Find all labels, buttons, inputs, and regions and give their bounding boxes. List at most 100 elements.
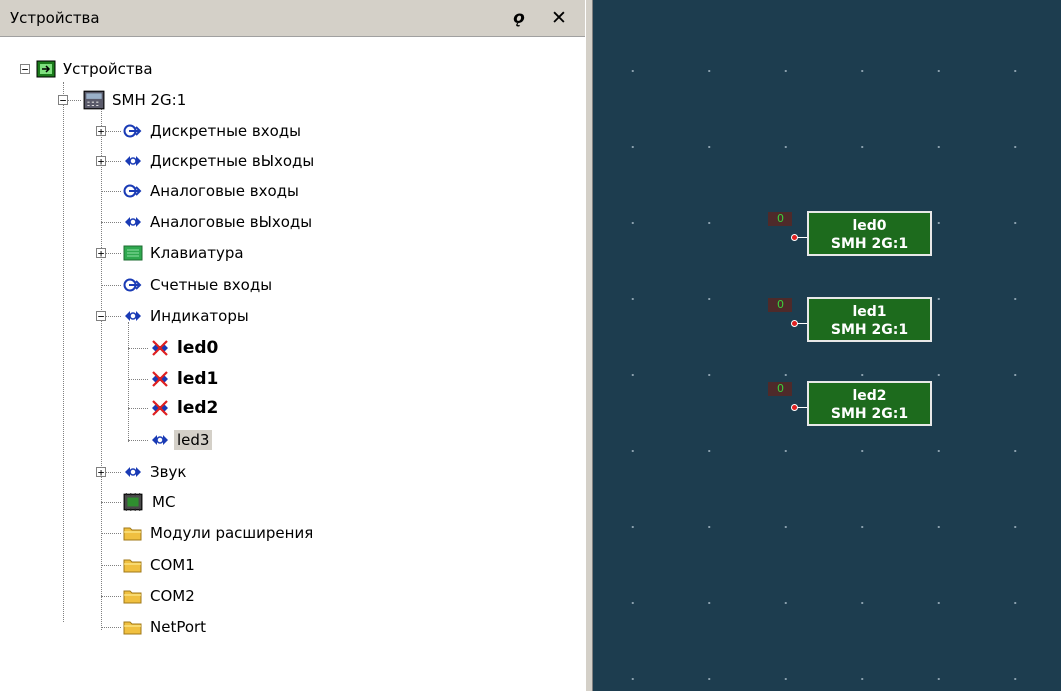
tree-line bbox=[128, 408, 148, 409]
disabled-led-icon bbox=[150, 339, 170, 357]
folder-icon bbox=[123, 524, 143, 542]
keyboard-icon bbox=[123, 244, 143, 262]
tree-line bbox=[101, 565, 121, 566]
disabled-led-icon bbox=[150, 399, 170, 417]
tree-line bbox=[128, 348, 148, 349]
block-name: led1 bbox=[852, 304, 887, 320]
tree-node-led2[interactable]: led2 bbox=[150, 394, 221, 422]
tree-node-label: led2 bbox=[177, 398, 219, 418]
io-diamond-icon bbox=[123, 152, 143, 170]
collapse-toggle-indicators[interactable]: − bbox=[96, 311, 106, 322]
tree-line bbox=[101, 596, 121, 597]
block-value-badge: 0 bbox=[768, 382, 792, 396]
tree-line bbox=[128, 379, 148, 380]
collapse-toggle-root[interactable]: − bbox=[20, 64, 30, 75]
collapse-toggle-device[interactable]: − bbox=[58, 95, 68, 106]
folder-icon bbox=[123, 556, 143, 574]
pin-icon[interactable]: ǫ bbox=[508, 8, 530, 28]
block-led2[interactable]: led2 SMH 2G:1 bbox=[807, 381, 932, 426]
tree-node-label: SMH 2G:1 bbox=[112, 91, 187, 109]
tree-node-indicators[interactable]: Индикаторы bbox=[123, 302, 252, 330]
tree-node-label: Аналоговые вЫходы bbox=[150, 213, 313, 231]
expand-toggle-sound[interactable]: + bbox=[96, 467, 106, 478]
tree-node-label: Модули расширения bbox=[150, 524, 314, 542]
tree-node-label: Индикаторы bbox=[150, 307, 249, 325]
tree-node-netport[interactable]: NetPort bbox=[123, 613, 209, 641]
input-pin[interactable] bbox=[791, 320, 798, 327]
tree-node-label: Дискретные входы bbox=[150, 122, 302, 140]
input-pin[interactable] bbox=[791, 404, 798, 411]
block-value-badge: 0 bbox=[768, 212, 792, 226]
tree-node-discrete-outputs[interactable]: Дискретные вЫходы bbox=[123, 147, 317, 175]
io-diamond-icon bbox=[123, 463, 143, 481]
tree-node-sound[interactable]: Звук bbox=[123, 458, 189, 486]
input-arrow-icon bbox=[123, 182, 143, 200]
diagram-canvas[interactable]: 0 led0 SMH 2G:1 0 led1 SMH 2G:1 0 led2 S… bbox=[593, 0, 1061, 691]
block-device: SMH 2G:1 bbox=[830, 236, 909, 252]
io-diamond-icon bbox=[123, 213, 143, 231]
io-diamond-icon bbox=[123, 307, 143, 325]
tree-line bbox=[101, 533, 121, 534]
tree-node-led0[interactable]: led0 bbox=[150, 334, 221, 362]
tree-node-label: Дискретные вЫходы bbox=[150, 152, 315, 170]
tree-node-expansion-modules[interactable]: Модули расширения bbox=[123, 519, 316, 547]
tree-line bbox=[101, 502, 121, 503]
devices-icon bbox=[36, 60, 56, 78]
panel-title: Устройства bbox=[10, 9, 100, 27]
panel-header: Устройства ǫ ✕ bbox=[0, 0, 585, 37]
block-name: led0 bbox=[852, 218, 887, 234]
tree-line bbox=[101, 285, 121, 286]
tree-node-analog-outputs[interactable]: Аналоговые вЫходы bbox=[123, 208, 315, 236]
block-led0[interactable]: led0 SMH 2G:1 bbox=[807, 211, 932, 256]
block-led1[interactable]: led1 SMH 2G:1 bbox=[807, 297, 932, 342]
pin-wire bbox=[797, 237, 807, 238]
tree-node-discrete-inputs[interactable]: Дискретные входы bbox=[123, 117, 304, 145]
close-icon[interactable]: ✕ bbox=[548, 7, 570, 29]
tree-node-label: led3 bbox=[174, 430, 213, 450]
tree-node-label: led1 bbox=[177, 369, 219, 389]
tree-node-com2[interactable]: COM2 bbox=[123, 582, 198, 610]
tree-node-com1[interactable]: COM1 bbox=[123, 551, 198, 579]
disabled-led-icon bbox=[150, 370, 170, 388]
tree-node-label: Звук bbox=[150, 463, 187, 481]
expand-toggle-discrete-outputs[interactable]: + bbox=[96, 156, 106, 167]
tree-line bbox=[101, 104, 102, 630]
tree-node-label: Клавиатура bbox=[150, 244, 244, 262]
tree-node-analog-inputs[interactable]: Аналоговые входы bbox=[123, 177, 302, 205]
input-arrow-icon bbox=[123, 276, 143, 294]
io-diamond-icon bbox=[150, 431, 170, 449]
block-value-badge: 0 bbox=[768, 298, 792, 312]
block-name: led2 bbox=[852, 388, 887, 404]
tree-line bbox=[128, 322, 129, 442]
folder-icon bbox=[123, 618, 143, 636]
block-device: SMH 2G:1 bbox=[830, 406, 909, 422]
input-arrow-icon bbox=[123, 122, 143, 140]
tree-node-led3[interactable]: led3 bbox=[150, 426, 213, 454]
tree-node-label: Счетные входы bbox=[150, 276, 273, 294]
smh-device-icon bbox=[83, 89, 105, 111]
devices-panel: Устройства ǫ ✕ − − + + + − + Устройства … bbox=[0, 0, 585, 691]
tree-node-counter-inputs[interactable]: Счетные входы bbox=[123, 271, 275, 299]
tree-node-label: NetPort bbox=[150, 618, 207, 636]
tree-line bbox=[101, 191, 121, 192]
expand-toggle-keyboard[interactable]: + bbox=[96, 248, 106, 259]
pin-wire bbox=[797, 407, 807, 408]
tree-node-label: Устройства bbox=[63, 60, 153, 78]
tree-node-keyboard[interactable]: Клавиатура bbox=[123, 239, 247, 267]
expand-toggle-discrete-inputs[interactable]: + bbox=[96, 126, 106, 137]
tree-line bbox=[128, 440, 148, 441]
chip-icon bbox=[121, 492, 145, 512]
tree-node-root[interactable]: Устройства bbox=[36, 55, 156, 83]
tree-node-device[interactable]: SMH 2G:1 bbox=[83, 86, 189, 114]
tree-line bbox=[101, 222, 121, 223]
tree-node-label: COM2 bbox=[150, 587, 195, 605]
panel-splitter[interactable] bbox=[585, 0, 593, 691]
tree-node-label: COM1 bbox=[150, 556, 195, 574]
tree-node-led1[interactable]: led1 bbox=[150, 365, 221, 393]
input-pin[interactable] bbox=[791, 234, 798, 241]
tree-node-label: MC bbox=[152, 493, 176, 511]
tree-node-label: Аналоговые входы bbox=[150, 182, 299, 200]
tree-line bbox=[63, 82, 64, 622]
tree-node-mc[interactable]: MC bbox=[121, 488, 178, 516]
tree-line bbox=[101, 627, 121, 628]
